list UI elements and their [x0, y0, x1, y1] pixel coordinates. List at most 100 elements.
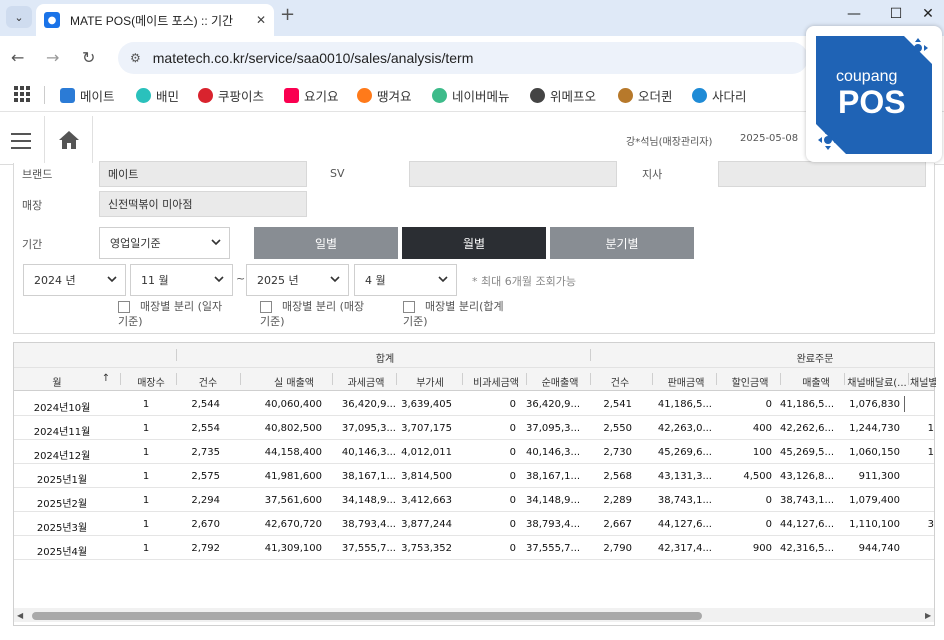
cell-completed-count: 2,550: [603, 423, 632, 434]
chevron-down-icon: [107, 276, 117, 283]
forward-arrow-icon[interactable]: →: [46, 48, 59, 67]
bookmark-label: 땡겨요: [377, 90, 412, 104]
address-bar[interactable]: ⚙ matetech.co.kr/service/saa0010/sales/a…: [118, 42, 808, 74]
daily-button[interactable]: 일별: [254, 227, 398, 259]
bookmark-yogiyo[interactable]: 요기요: [284, 86, 339, 105]
tab-search-button[interactable]: ⌄: [6, 6, 32, 28]
cell-channel: 3: [927, 519, 934, 530]
end-month-value: 4 월: [365, 274, 386, 287]
col-channel-delivery-fee[interactable]: 채널배달료(...: [846, 374, 908, 389]
col-discount[interactable]: 할인금액: [720, 374, 780, 389]
scroll-left-arrow-icon[interactable]: ◀: [17, 611, 23, 620]
cell-count: 2,792: [191, 543, 220, 554]
header-separator: [120, 373, 121, 385]
cell-vat: 4,012,011: [401, 447, 452, 458]
cell-month: 2025년3월: [36, 523, 88, 534]
site-info-icon[interactable]: ⚙: [130, 51, 141, 65]
header-divider: [92, 116, 93, 164]
end-month-select[interactable]: 4 월: [354, 264, 457, 296]
scrollbar-thumb[interactable]: [32, 612, 702, 620]
end-year-value: 2025 년: [257, 274, 299, 287]
apps-grid-icon[interactable]: [14, 86, 30, 102]
browser-tab[interactable]: ● MATE POS(메이트 포스) :: 기간 ✕: [36, 4, 274, 36]
cell-actual-sales: 40,802,500: [264, 423, 322, 434]
new-tab-plus-icon[interactable]: +: [280, 4, 295, 25]
end-year-select[interactable]: 2025 년: [246, 264, 349, 296]
cell-discount: 100: [752, 447, 772, 458]
cell-discount: 900: [752, 543, 772, 554]
col-net-sales[interactable]: 순매출액: [530, 374, 590, 389]
maximize-icon[interactable]: ☐: [886, 6, 906, 22]
cell-net-sales: 38,167,1...: [526, 471, 581, 482]
bookmark-sadari[interactable]: 사다리: [692, 86, 747, 105]
header-separator: [240, 373, 241, 385]
bookmark-ddangyo[interactable]: 땡겨요: [357, 86, 412, 105]
header-separator: [176, 349, 177, 361]
col-sale-amount[interactable]: 판매금액: [656, 374, 716, 389]
store-split-total-label: 매장별 분리(합계기준): [403, 300, 504, 328]
scroll-right-arrow-icon[interactable]: ▶: [925, 611, 931, 620]
cell-count: 2,544: [191, 399, 220, 410]
col-channel[interactable]: 채널별: [910, 374, 936, 389]
bookmark-baemin[interactable]: 배민: [136, 86, 179, 105]
window-close-icon[interactable]: ✕: [918, 6, 938, 22]
period-basis-value: 영업일기준: [110, 237, 161, 250]
col-revenue[interactable]: 매출액: [786, 374, 846, 389]
col-count[interactable]: 건수: [188, 374, 228, 389]
start-year-select[interactable]: 2024 년: [23, 264, 126, 296]
header-separator: [462, 373, 463, 385]
reload-icon[interactable]: ↻: [82, 48, 95, 67]
cell-taxable: 38,167,1...: [341, 471, 396, 482]
cell-non-taxable: 0: [509, 399, 516, 410]
cell-store-count: 1: [142, 519, 150, 530]
sort-asc-icon[interactable]: ↑: [100, 373, 112, 384]
cell-revenue: 41,186,5...: [780, 399, 835, 410]
menu-icon[interactable]: [11, 133, 31, 149]
cell-count: 2,670: [191, 519, 220, 530]
cell-sale-amount: 42,317,4...: [657, 543, 712, 554]
close-icon[interactable]: ✕: [256, 13, 266, 27]
bookmark-wemakeprice[interactable]: 위메프오: [530, 86, 596, 105]
bookmark-orderqueen[interactable]: 오더퀸: [618, 86, 673, 105]
cell-actual-sales: 44,158,400: [264, 447, 322, 458]
cell-vat: 3,877,244: [401, 519, 452, 530]
cell-store-count: 1: [142, 495, 150, 506]
col-non-taxable[interactable]: 비과세금액: [466, 374, 526, 389]
period-basis-select[interactable]: 영업일기준: [99, 227, 230, 259]
cell-non-taxable: 0: [509, 495, 516, 506]
bookmark-navermenu[interactable]: 네이버메뉴: [432, 86, 510, 105]
home-icon[interactable]: [58, 130, 80, 150]
cell-count: 2,575: [191, 471, 220, 482]
cell-revenue: 42,316,5...: [780, 543, 835, 554]
cell-channel: 1: [927, 447, 934, 458]
quarterly-button[interactable]: 분기별: [550, 227, 694, 259]
back-arrow-icon[interactable]: ←: [11, 48, 24, 67]
cell-month: 2024년10월: [33, 403, 91, 414]
cell-channel-delivery-fee: 1,244,730: [849, 423, 900, 434]
monthly-button[interactable]: 월별: [402, 227, 546, 259]
cell-sale-amount: 38,743,1...: [657, 495, 712, 506]
start-month-select[interactable]: 11 월: [130, 264, 233, 296]
cell-net-sales: 38,793,4...: [526, 519, 581, 530]
cell-actual-sales: 41,309,100: [264, 543, 322, 554]
col-actual-sales[interactable]: 실 매출액: [254, 374, 334, 389]
cell-non-taxable: 0: [509, 543, 516, 554]
col-month[interactable]: 월: [40, 374, 74, 389]
col-vat[interactable]: 부가세: [400, 374, 460, 389]
chevron-down-icon: ⌄: [14, 10, 24, 24]
cell-non-taxable: 0: [509, 423, 516, 434]
brand-label: 브랜드: [22, 168, 53, 181]
col-store-count[interactable]: 매장수: [126, 374, 176, 389]
bookmark-label: 요기요: [304, 90, 339, 104]
store-split-date-label: 매장별 분리 (일자기준): [118, 300, 223, 328]
ddangyo-logo-icon: [357, 88, 372, 103]
sv-label: SV: [330, 167, 345, 180]
bookmark-coupangeats[interactable]: 쿠팡이츠: [198, 86, 264, 105]
col-taxable[interactable]: 과세금액: [336, 374, 396, 389]
cell-sale-amount: 42,263,0...: [657, 423, 712, 434]
minimize-icon[interactable]: —: [844, 6, 864, 22]
cell-taxable: 38,793,4...: [341, 519, 396, 530]
col-completed-count[interactable]: 건수: [600, 374, 640, 389]
bookmark-mate[interactable]: 메이트: [60, 86, 115, 105]
chevron-down-icon: [211, 239, 221, 246]
